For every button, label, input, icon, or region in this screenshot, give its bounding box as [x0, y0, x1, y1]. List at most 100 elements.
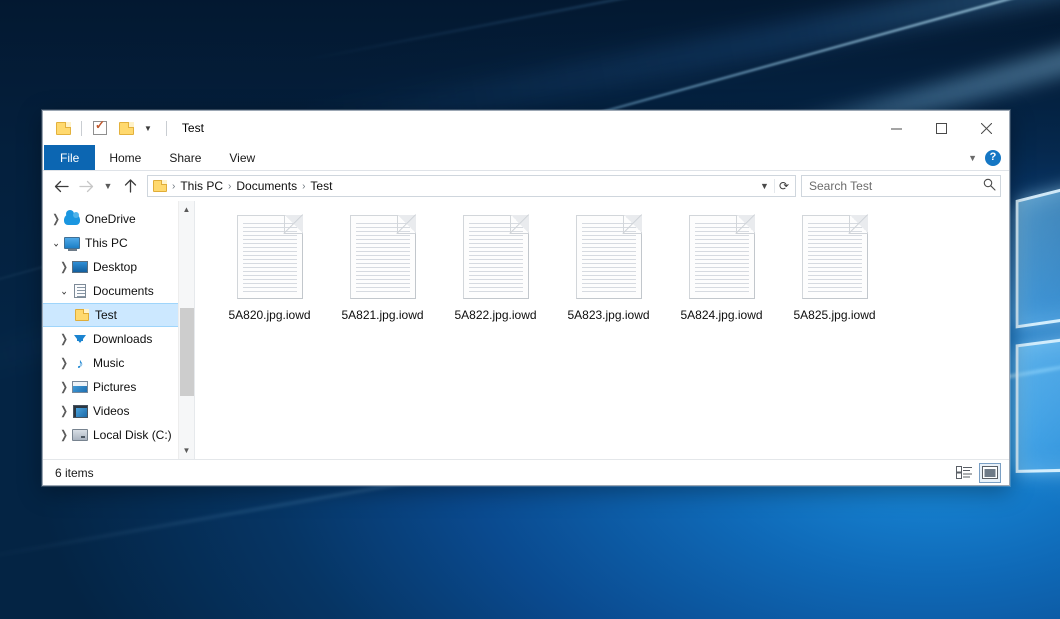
document-fold — [397, 215, 416, 234]
chevron-down-icon[interactable]: ▼ — [755, 181, 774, 191]
chevron-down-icon[interactable]: ▼ — [968, 153, 977, 163]
recent-locations-button[interactable]: ▼ — [99, 174, 117, 198]
sidebar-item-label: This PC — [85, 236, 128, 250]
search-input-placeholder[interactable]: Search Test — [809, 179, 983, 193]
scroll-up-icon[interactable]: ▲ — [179, 201, 195, 218]
file-name-label: 5A821.jpg.iowd — [341, 308, 423, 322]
scroll-down-icon[interactable]: ▼ — [179, 442, 195, 459]
generic-document-icon — [237, 215, 303, 299]
cloud-icon — [63, 214, 81, 225]
chevron-down-icon[interactable]: ⌄ — [57, 284, 71, 298]
chevron-right-icon[interactable]: ❯ — [57, 404, 71, 418]
folder-icon[interactable] — [52, 117, 74, 139]
navigation-pane: ❯ OneDrive ⌄ This PC ❯ Desktop ⌄ — [43, 201, 195, 459]
chevron-right-icon[interactable]: ❯ — [57, 380, 71, 394]
breadcrumb-test[interactable]: Test — [307, 179, 335, 193]
file-explorer-window: ▼ Test File Home Share View — [42, 110, 1010, 486]
sidebar-item-label: Documents — [93, 284, 154, 298]
quick-access-toolbar: ▼ — [43, 117, 174, 139]
file-item[interactable]: 5A824.jpg.iowd — [665, 213, 778, 322]
chevron-down-icon[interactable]: ▼ — [141, 124, 155, 133]
sidebar-item-documents[interactable]: ⌄ Documents — [43, 279, 194, 303]
ribbon-right-controls: ▼ ? — [968, 145, 1009, 170]
logo-pane — [1016, 332, 1060, 473]
document-fold — [284, 215, 303, 234]
title-bar: ▼ Test — [43, 111, 1009, 145]
videos-icon — [71, 405, 89, 418]
file-name-label: 5A823.jpg.iowd — [567, 308, 649, 322]
chevron-right-icon[interactable]: ❯ — [57, 260, 71, 274]
item-count-label: 6 items — [55, 466, 94, 480]
chevron-down-icon[interactable]: ⌄ — [49, 236, 63, 250]
file-item[interactable]: 5A825.jpg.iowd — [778, 213, 891, 322]
large-icons-view-button[interactable] — [979, 463, 1001, 483]
file-item[interactable]: 5A821.jpg.iowd — [326, 213, 439, 322]
file-name-label: 5A822.jpg.iowd — [454, 308, 536, 322]
ribbon-tab-strip: File Home Share View ▼ ? — [43, 145, 1009, 171]
forward-button[interactable] — [74, 174, 98, 198]
address-bar[interactable]: › This PC › Documents › Test ▼ ⟳ — [147, 175, 796, 197]
sidebar-item-desktop[interactable]: ❯ Desktop — [43, 255, 194, 279]
divider — [166, 121, 167, 136]
chevron-right-icon[interactable]: ❯ — [57, 332, 71, 346]
music-icon: ♪ — [71, 356, 89, 370]
file-name-label: 5A820.jpg.iowd — [228, 308, 310, 322]
breadcrumb-documents[interactable]: Documents — [233, 179, 300, 193]
help-icon[interactable]: ? — [985, 150, 1001, 166]
desktop-icon — [71, 261, 89, 273]
sidebar-item-label: Local Disk (C:) — [93, 428, 172, 442]
sidebar-scrollbar[interactable]: ▲ ▼ — [178, 201, 194, 459]
sidebar-item-label: Music — [93, 356, 124, 370]
tab-file[interactable]: File — [44, 145, 95, 170]
sidebar-item-local-disk[interactable]: ❯ Local Disk (C:) — [43, 423, 194, 447]
tab-home[interactable]: Home — [95, 145, 155, 170]
sidebar-item-videos[interactable]: ❯ Videos — [43, 399, 194, 423]
maximize-button[interactable] — [919, 111, 964, 145]
search-box[interactable]: Search Test — [801, 175, 1001, 197]
pc-icon — [63, 237, 81, 249]
minimize-button[interactable] — [874, 111, 919, 145]
file-list-pane[interactable]: 5A820.jpg.iowd 5A821.jpg.iowd 5A822.jpg.… — [195, 201, 1009, 459]
document-fold — [510, 215, 529, 234]
search-icon[interactable] — [983, 178, 996, 194]
sidebar-item-onedrive[interactable]: ❯ OneDrive — [43, 207, 194, 231]
sidebar-item-test[interactable]: Test — [43, 303, 182, 327]
tab-view[interactable]: View — [215, 145, 269, 170]
sidebar-item-label: Pictures — [93, 380, 136, 394]
sidebar-item-label: Videos — [93, 404, 129, 418]
sidebar-item-music[interactable]: ❯ ♪ Music — [43, 351, 194, 375]
tab-share[interactable]: Share — [155, 145, 215, 170]
breadcrumb-this-pc[interactable]: This PC — [177, 179, 226, 193]
scrollbar-track[interactable] — [179, 218, 195, 442]
properties-icon[interactable] — [89, 117, 111, 139]
sidebar-item-label: Test — [95, 308, 117, 322]
up-button[interactable] — [118, 174, 142, 198]
chevron-right-icon[interactable]: ❯ — [49, 212, 63, 226]
close-button[interactable] — [964, 111, 1009, 145]
generic-document-icon — [576, 215, 642, 299]
disk-icon — [71, 429, 89, 441]
chevron-right-icon[interactable]: ❯ — [57, 356, 71, 370]
sidebar-item-label: Desktop — [93, 260, 137, 274]
new-folder-icon[interactable] — [115, 117, 137, 139]
generic-document-icon — [350, 215, 416, 299]
details-view-button[interactable] — [953, 463, 975, 483]
sidebar-item-pictures[interactable]: ❯ Pictures — [43, 375, 194, 399]
document-fold — [736, 215, 755, 234]
file-item[interactable]: 5A822.jpg.iowd — [439, 213, 552, 322]
sidebar-item-this-pc[interactable]: ⌄ This PC — [43, 231, 194, 255]
logo-pane — [1016, 175, 1060, 328]
document-fold — [623, 215, 642, 234]
chevron-right-icon[interactable]: ❯ — [57, 428, 71, 442]
refresh-icon[interactable]: ⟳ — [774, 179, 793, 193]
breadcrumb-separator: › — [300, 181, 307, 192]
sidebar-item-downloads[interactable]: ❯ Downloads — [43, 327, 194, 351]
window-controls — [874, 111, 1009, 145]
file-item[interactable]: 5A820.jpg.iowd — [213, 213, 326, 322]
window-title: Test — [174, 121, 204, 135]
documents-icon — [71, 284, 89, 298]
file-item[interactable]: 5A823.jpg.iowd — [552, 213, 665, 322]
scrollbar-thumb[interactable] — [180, 308, 194, 396]
view-toggle-group — [953, 463, 1001, 483]
back-button[interactable] — [49, 174, 73, 198]
